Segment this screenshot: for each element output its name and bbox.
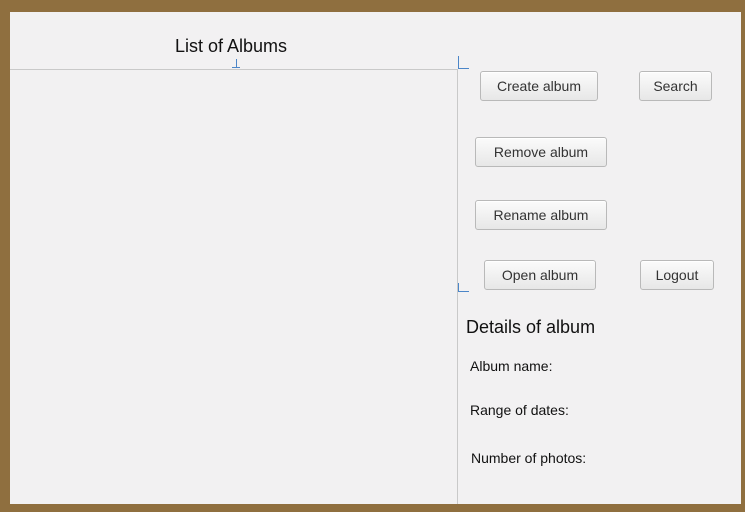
layout-guide-top-center-base <box>232 67 240 68</box>
create-album-button[interactable]: Create album <box>480 71 598 101</box>
number-of-photos-label: Number of photos: <box>471 450 587 466</box>
albums-list[interactable] <box>10 69 458 504</box>
albums-list-title: List of Albums <box>175 36 288 56</box>
layout-guide-mid-right <box>458 283 469 292</box>
album-manager-window: List of Albums Create album Search Remov… <box>10 12 741 504</box>
remove-album-button[interactable]: Remove album <box>475 137 607 167</box>
album-name-label: Album name: <box>470 358 553 374</box>
open-album-button[interactable]: Open album <box>484 260 596 290</box>
album-details-title: Details of album <box>466 317 596 337</box>
logout-button[interactable]: Logout <box>640 260 714 290</box>
layout-guide-top-center <box>236 59 237 67</box>
layout-guide-top-right <box>458 56 469 69</box>
search-button[interactable]: Search <box>639 71 712 101</box>
range-of-dates-label: Range of dates: <box>470 402 569 418</box>
rename-album-button[interactable]: Rename album <box>475 200 607 230</box>
